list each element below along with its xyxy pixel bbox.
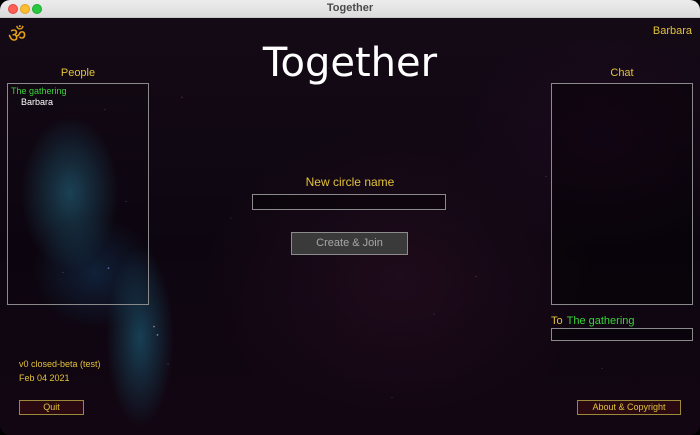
people-label: People (60, 67, 96, 79)
chat-label: Chat (610, 67, 634, 79)
app-window: Together ॐ Barbara Together People The g… (0, 0, 700, 435)
new-circle-label: New circle name (305, 175, 395, 189)
build-date-text: Feb 04 2021 (19, 373, 70, 383)
window-title: Together (326, 2, 374, 14)
app-title: Together (262, 40, 438, 86)
people-list: The gathering Barbara (7, 83, 149, 305)
new-circle-name-input[interactable] (252, 194, 446, 210)
chat-message-input[interactable] (551, 328, 693, 341)
about-copyright-button[interactable]: About & Copyright (577, 400, 681, 415)
quit-button[interactable]: Quit (19, 400, 84, 415)
people-group-item[interactable]: The gathering (11, 86, 67, 96)
current-user-name: Barbara (652, 25, 692, 37)
version-text: v0 closed-beta (test) (19, 359, 101, 369)
main-content: ॐ Barbara Together People The gathering … (0, 18, 700, 435)
create-join-button[interactable]: Create & Join (291, 232, 408, 255)
chat-messages-area[interactable] (551, 83, 693, 305)
to-prefix: To (551, 315, 563, 327)
people-member-item[interactable]: Barbara (21, 97, 53, 107)
chat-recipient-name: The gathering (566, 315, 635, 327)
title-bar: Together (0, 0, 700, 18)
chat-recipient-label: To The gathering (551, 315, 635, 327)
